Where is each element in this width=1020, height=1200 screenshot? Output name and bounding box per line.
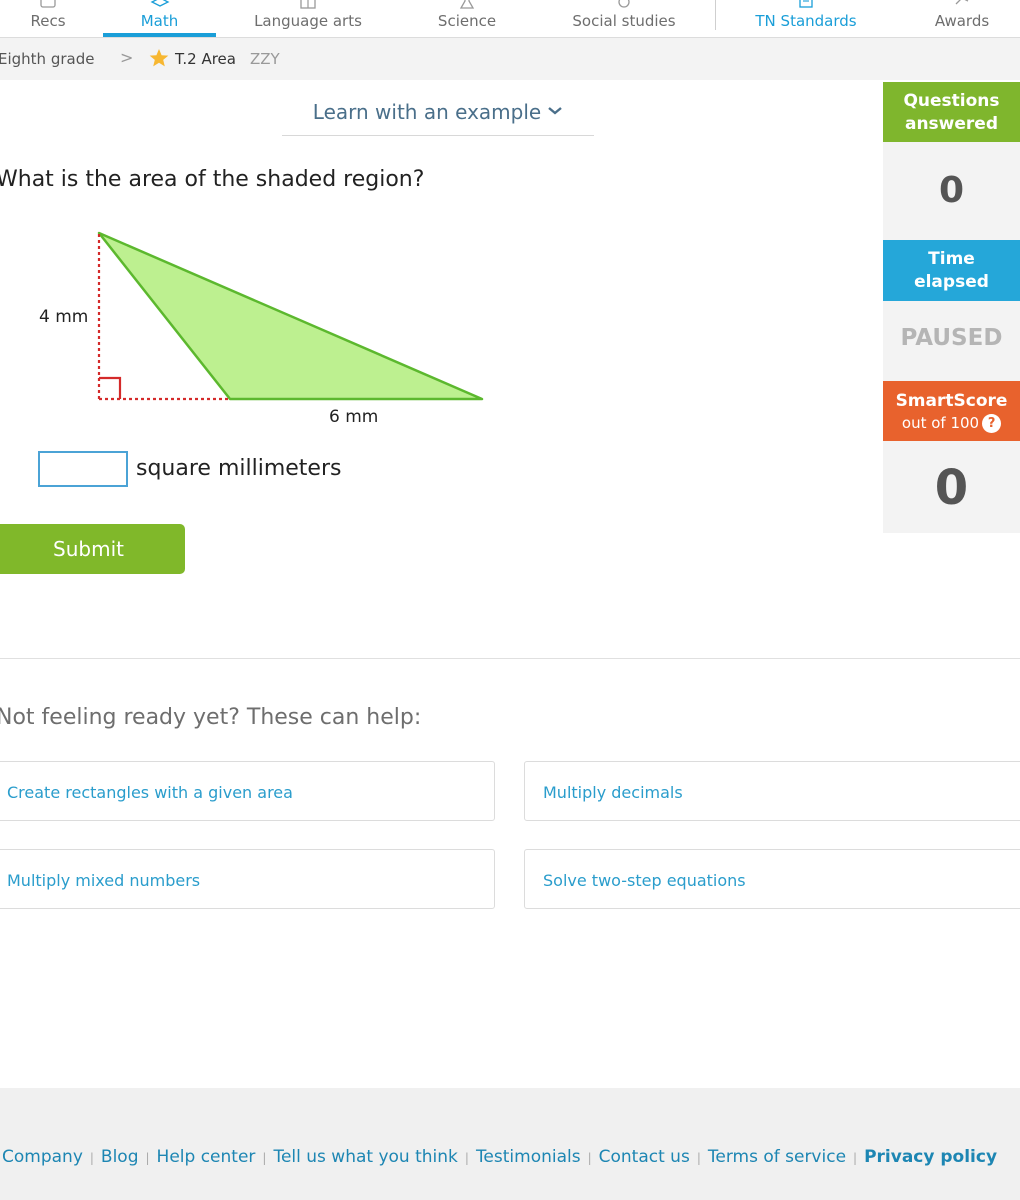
footer-separator: | <box>464 1151 469 1165</box>
learn-with-example-button[interactable]: Learn with an example <box>282 90 594 136</box>
questions-answered-value: 0 <box>883 142 1020 240</box>
awards-icon <box>920 0 1004 10</box>
tab-awards[interactable]: Awards <box>920 0 1004 38</box>
time-elapsed-value: PAUSED <box>883 301 1020 381</box>
smartscore-sub-label: out of 100 <box>901 414 980 432</box>
answer-input[interactable] <box>38 451 128 487</box>
time-elapsed-header: Time elapsed <box>883 240 1020 301</box>
right-angle-marker <box>99 376 122 399</box>
footer-link-testimonials[interactable]: Testimonials <box>476 1147 581 1167</box>
tab-label: Awards <box>934 12 990 30</box>
recs-icon <box>0 0 98 10</box>
footer-separator: | <box>696 1151 701 1165</box>
breadcrumb-grade-link[interactable]: Eighth grade <box>0 50 94 68</box>
standards-icon <box>746 0 866 10</box>
footer-separator: | <box>853 1151 858 1165</box>
footer-separator: | <box>587 1151 592 1165</box>
footer-link-privacy[interactable]: Privacy policy <box>864 1147 997 1167</box>
help-icon[interactable]: ? <box>982 414 1002 433</box>
questions-answered-header: Questions answered <box>883 82 1020 142</box>
tab-label: Recs <box>30 12 66 30</box>
section-divider <box>0 658 1020 659</box>
smartscore-subtitle: out of 100? <box>883 413 1020 433</box>
footer-link-terms[interactable]: Terms of service <box>708 1147 846 1167</box>
learn-label: Learn with an example <box>312 100 542 124</box>
smartscore-label: SmartScore <box>895 391 1008 411</box>
breadcrumb: Eighth grade > T.2 Area ZZY <box>0 38 1020 80</box>
star-icon <box>149 48 169 72</box>
tab-math[interactable]: Math <box>103 0 216 38</box>
height-label: 4 mm <box>39 307 89 327</box>
footer-separator: | <box>145 1151 150 1165</box>
top-navigation: Recs Math Language arts Science Social s… <box>0 0 1020 38</box>
footer-links: Company | Blog | Help center | Tell us what yo… <box>2 1147 997 1167</box>
chevron-right-icon: > <box>120 48 134 67</box>
tab-social-studies[interactable]: Social studies <box>562 0 686 38</box>
time-label-line1: Time <box>928 249 975 269</box>
footer-link-help-center[interactable]: Help center <box>157 1147 256 1167</box>
submit-button[interactable]: Submit <box>0 524 185 574</box>
base-label: 6 mm <box>329 407 379 427</box>
triangle-figure: 4 mm 6 mm <box>0 215 500 427</box>
questions-label-line2: answered <box>904 114 998 134</box>
question-text: What is the area of the shaded region? <box>0 167 425 192</box>
help-section-title: Not feeling ready yet? These can help: <box>0 705 422 730</box>
tab-tn-standards[interactable]: TN Standards <box>746 0 866 38</box>
help-link-card[interactable]: Create rectangles with a given area <box>0 761 495 821</box>
footer-link-blog[interactable]: Blog <box>101 1147 139 1167</box>
tab-recs[interactable]: Recs <box>0 0 98 38</box>
help-link-card[interactable]: Solve two-step equations <box>524 849 1020 909</box>
tab-label: TN Standards <box>755 12 857 30</box>
tab-science[interactable]: Science <box>420 0 514 38</box>
math-icon <box>103 0 216 10</box>
tab-label: Math <box>140 12 179 30</box>
footer-link-feedback[interactable]: Tell us what you think <box>273 1147 457 1167</box>
footer-link-company[interactable]: Company <box>2 1147 83 1167</box>
breadcrumb-skill: T.2 Area <box>175 50 236 68</box>
shaded-triangle <box>97 231 484 401</box>
tab-language-arts[interactable]: Language arts <box>240 0 376 38</box>
time-label-line2: elapsed <box>914 272 989 292</box>
footer-link-contact[interactable]: Contact us <box>599 1147 690 1167</box>
smartscore-header: SmartScore out of 100? <box>883 381 1020 441</box>
footer-separator: | <box>262 1151 267 1165</box>
tab-label: Language arts <box>254 12 362 30</box>
chevron-down-icon <box>547 97 563 121</box>
footer: Company | Blog | Help center | Tell us what yo… <box>0 1088 1020 1200</box>
tab-label: Science <box>437 12 497 30</box>
globe-icon <box>562 0 686 10</box>
questions-label-line1: Questions <box>903 91 1000 111</box>
book-icon <box>240 0 376 10</box>
help-link-card[interactable]: Multiply mixed numbers <box>0 849 495 909</box>
nav-divider <box>715 0 716 30</box>
tab-label: Social studies <box>572 12 676 30</box>
help-link-card[interactable]: Multiply decimals <box>524 761 1020 821</box>
answer-unit-label: square millimeters <box>136 456 342 481</box>
footer-separator: | <box>89 1151 94 1165</box>
logo-icon <box>270 1194 310 1200</box>
smartscore-value: 0 <box>883 441 1020 533</box>
flask-icon <box>420 0 514 10</box>
skill-code: ZZY <box>250 50 280 68</box>
